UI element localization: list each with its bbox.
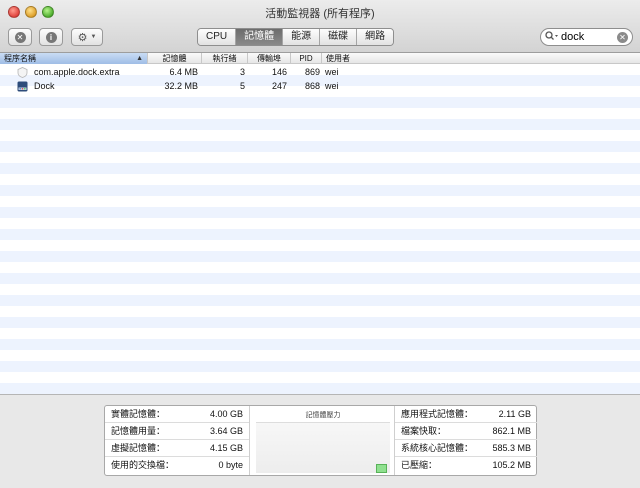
stat-value: 4.00 GB — [209, 409, 243, 419]
process-name: com.apple.dock.extra — [34, 67, 120, 77]
stat-swap-used: 使用的交換檔： 0 byte — [105, 457, 249, 474]
stat-value: 0 byte — [218, 460, 243, 470]
stat-value: 105.2 MB — [492, 460, 531, 470]
stat-label: 應用程式記憶體： — [401, 409, 474, 419]
memory-summary-panel: 實體記憶體： 4.00 GB 記憶體用量： 3.64 GB 虛擬記憶體： 4.1… — [0, 394, 640, 488]
memory-stats-box: 實體記憶體： 4.00 GB 記憶體用量： 3.64 GB 虛擬記憶體： 4.1… — [104, 405, 537, 476]
memory-pressure-section: 記憶體壓力 — [249, 406, 395, 475]
tab-network[interactable]: 網路 — [357, 29, 394, 45]
search-icon — [545, 31, 561, 43]
window-title: 活動監視器 (所有程序) — [265, 8, 375, 20]
column-memory[interactable]: 記憶體 — [148, 53, 202, 64]
process-user: wei — [325, 81, 339, 91]
stat-value: 585.3 MB — [492, 443, 531, 453]
stat-label: 使用的交換檔： — [111, 460, 175, 470]
process-ports: 247 — [271, 81, 287, 91]
chevron-down-icon: ▼ — [90, 34, 97, 40]
tab-energy[interactable]: 能源 — [283, 29, 321, 45]
tab-cpu[interactable]: CPU — [198, 29, 237, 45]
process-ports: 146 — [271, 67, 287, 77]
column-ports[interactable]: 傳輸埠 — [248, 53, 291, 64]
process-memory: 32.2 MB — [164, 81, 198, 91]
process-threads: 3 — [239, 67, 245, 77]
window-toolbar: 活動監視器 (所有程序) ✕ i ⚙ ▼ CPU 記憶體 能源 磁碟 網路 ✕ — [0, 0, 640, 53]
stat-wired-memory: 系統核心記憶體： 585.3 MB — [395, 440, 537, 457]
process-memory: 6.4 MB — [169, 67, 198, 77]
stat-virtual-memory: 虛擬記憶體： 4.15 GB — [105, 440, 249, 457]
column-label: 程序名稱 — [4, 54, 36, 63]
process-table-header: 程序名稱 ▲ 記憶體 執行緒 傳輸埠 PID 使用者 — [0, 53, 640, 64]
stat-value: 3.64 GB — [209, 426, 243, 436]
sort-ascending-icon: ▲ — [136, 55, 143, 62]
stat-physical-memory: 實體記憶體： 4.00 GB — [105, 406, 249, 423]
column-threads[interactable]: 執行緒 — [202, 53, 248, 64]
stat-label: 已壓縮： — [401, 460, 438, 470]
process-table: com.apple.dock.extra 6.4 MB 3 146 869 we… — [0, 64, 640, 394]
stat-label: 記憶體用量： — [111, 426, 166, 436]
column-user[interactable]: 使用者 — [322, 53, 640, 64]
generic-process-icon — [17, 67, 28, 78]
table-row[interactable]: Dock 32.2 MB 5 247 868 wei — [0, 79, 640, 94]
info-circle-icon: i — [45, 31, 57, 43]
stat-label: 系統核心記憶體： — [401, 443, 474, 453]
stat-label: 檔案快取： — [401, 426, 447, 436]
process-threads: 5 — [239, 81, 245, 91]
view-tabs: CPU 記憶體 能源 磁碟 網路 — [197, 28, 395, 46]
stat-value: 862.1 MB — [492, 426, 531, 436]
stat-app-memory: 應用程式記憶體： 2.11 GB — [395, 406, 537, 423]
stat-value: 4.15 GB — [209, 443, 243, 453]
memory-pressure-bar — [376, 464, 387, 473]
stat-compressed: 已壓縮： 105.2 MB — [395, 457, 537, 474]
column-process-name[interactable]: 程序名稱 ▲ — [0, 53, 148, 64]
dock-icon — [17, 81, 28, 92]
gear-icon: ⚙ — [77, 31, 88, 44]
stat-value: 2.11 GB — [498, 409, 531, 419]
search-field[interactable]: ✕ — [540, 28, 633, 46]
column-pid[interactable]: PID — [291, 53, 322, 64]
stat-label: 實體記憶體： — [111, 409, 166, 419]
tab-disk[interactable]: 磁碟 — [320, 29, 358, 45]
quit-process-button[interactable]: ✕ — [8, 28, 32, 46]
search-input[interactable] — [561, 31, 617, 43]
clear-search-icon[interactable]: ✕ — [617, 31, 628, 43]
x-circle-icon: ✕ — [14, 31, 26, 43]
stat-memory-used: 記憶體用量： 3.64 GB — [105, 423, 249, 440]
memory-pressure-title: 記憶體壓力 — [305, 412, 341, 419]
process-pid: 868 — [304, 81, 320, 91]
tab-memory[interactable]: 記憶體 — [236, 29, 284, 45]
stat-file-cache: 檔案快取： 862.1 MB — [395, 423, 537, 440]
inspect-process-button[interactable]: i — [39, 28, 63, 46]
table-row[interactable]: com.apple.dock.extra 6.4 MB 3 146 869 we… — [0, 65, 640, 80]
stat-label: 虛擬記憶體： — [111, 443, 166, 453]
process-user: wei — [325, 67, 339, 77]
action-menu-button[interactable]: ⚙ ▼ — [71, 28, 103, 46]
memory-pressure-graph — [256, 422, 390, 473]
process-name: Dock — [34, 81, 55, 91]
process-pid: 869 — [304, 67, 320, 77]
